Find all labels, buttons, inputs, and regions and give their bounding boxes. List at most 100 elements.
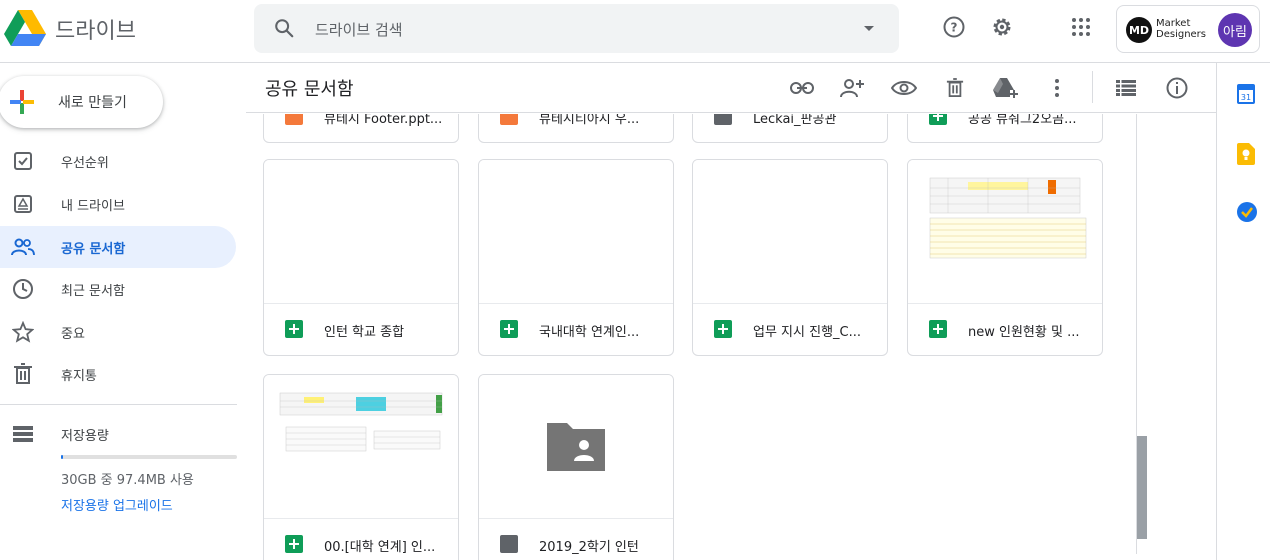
file-footer: 공공 뷰줘그2오곰... xyxy=(908,114,1102,142)
sidebar-item-storage[interactable]: 저장용량 xyxy=(0,413,236,455)
my-drive-icon xyxy=(11,192,35,216)
sidebar-item-priority[interactable]: 우선순위 xyxy=(0,140,236,182)
sidebar-item-label: 공유 문서함 xyxy=(61,242,126,257)
sidebar-item-recent[interactable]: 최근 문서함 xyxy=(0,268,236,310)
sidebar-item-label: 우선순위 xyxy=(61,156,109,171)
file-footer: 인턴 학교 종합 xyxy=(264,305,458,355)
file-name: 공공 뷰줘그2오곰... xyxy=(968,114,1077,127)
file-grid: 뷰테시 Footer.ppt... 뷰테시티아시 우... Leckai_판공관… xyxy=(246,114,1146,560)
get-link-icon[interactable] xyxy=(789,75,815,101)
file-card[interactable]: 업무 지시 진행_C... xyxy=(692,159,888,356)
file-card[interactable]: 뷰테시티아시 우... xyxy=(478,114,674,143)
file-footer: 2019_2학기 인턴 xyxy=(479,520,673,560)
file-thumbnail xyxy=(264,160,458,304)
file-thumbnail xyxy=(264,375,458,519)
shared-people-icon xyxy=(11,235,35,259)
calendar-icon[interactable]: 31 xyxy=(1237,84,1257,104)
file-card[interactable]: 공공 뷰줘그2오곰... xyxy=(907,114,1103,143)
sheets-file-icon xyxy=(929,320,947,338)
more-options-icon[interactable] xyxy=(1044,75,1070,101)
star-icon xyxy=(11,320,35,344)
scrollbar-thumb[interactable] xyxy=(1137,436,1147,539)
file-card[interactable]: new 인원현황 및 ... xyxy=(907,159,1103,356)
file-thumbnail xyxy=(479,160,673,304)
upgrade-storage-link[interactable]: 저장용량 업그레이드 xyxy=(61,495,173,514)
slides-file-icon xyxy=(500,114,518,125)
sheets-file-icon xyxy=(500,320,518,338)
file-name: 00.[대학 연계] 인... xyxy=(324,540,436,555)
new-button[interactable]: 새로 만들기 xyxy=(0,76,163,128)
spreadsheet-preview xyxy=(279,392,443,452)
file-card[interactable]: 뷰테시 Footer.ppt... xyxy=(263,114,459,143)
spreadsheet-preview xyxy=(929,177,1087,259)
tasks-icon[interactable] xyxy=(1237,202,1257,222)
file-thumbnail xyxy=(479,375,673,519)
account-switcher[interactable]: MD Market Designers 아림 xyxy=(1116,5,1260,53)
file-thumbnail xyxy=(693,160,887,304)
sheets-file-icon xyxy=(285,320,303,338)
share-add-person-icon[interactable] xyxy=(839,75,865,101)
storage-bar-fill xyxy=(61,455,63,459)
trash-icon xyxy=(11,362,35,386)
file-name: Leckai_판공관 xyxy=(753,114,837,127)
sidebar-item-trash[interactable]: 휴지통 xyxy=(0,353,236,395)
sidebar-item-my-drive[interactable]: 내 드라이브 xyxy=(0,183,236,225)
top-bar: 드라이브 드라이브 검색 ? MD Market Designers 아림 xyxy=(0,0,1270,63)
file-footer: new 인원현황 및 ... xyxy=(908,305,1102,355)
file-footer: Leckai_판공관 xyxy=(693,114,887,142)
storage-bar xyxy=(61,455,237,459)
sidebar-item-label: 휴지통 xyxy=(61,369,97,384)
search-icon[interactable] xyxy=(273,17,295,39)
file-card[interactable]: 인턴 학교 종합 xyxy=(263,159,459,356)
storage-label: 저장용량 xyxy=(61,429,109,444)
file-card[interactable]: 국내대학 연계인... xyxy=(478,159,674,356)
new-button-label: 새로 만들기 xyxy=(58,95,127,111)
delete-trash-icon[interactable] xyxy=(942,75,968,101)
main-header: 공유 문서함 xyxy=(246,63,1216,113)
sidebar-item-label: 최근 문서함 xyxy=(61,284,125,299)
file-card[interactable]: 00.[대학 연계] 인... xyxy=(263,374,459,560)
search-bar[interactable]: 드라이브 검색 xyxy=(254,4,899,53)
sidebar-divider xyxy=(0,404,237,405)
drive-logo-icon[interactable] xyxy=(4,10,46,48)
org-logo: MD xyxy=(1126,17,1152,43)
help-icon[interactable]: ? xyxy=(941,14,967,40)
sidebar-item-label: 중요 xyxy=(61,327,85,342)
file-name: new 인원현황 및 ... xyxy=(968,325,1080,340)
sidebar-item-label: 내 드라이브 xyxy=(61,199,125,214)
search-input[interactable]: 드라이브 검색 xyxy=(315,19,403,40)
file-name: 인턴 학교 종합 xyxy=(324,325,405,340)
file-name: 업무 지시 진행_C... xyxy=(753,325,861,340)
toolbar-divider xyxy=(1092,71,1093,103)
settings-gear-icon[interactable] xyxy=(989,14,1015,40)
page-title: 공유 문서함 xyxy=(265,79,354,100)
svg-text:?: ? xyxy=(951,21,958,35)
priority-icon xyxy=(11,149,35,173)
keep-notes-icon[interactable] xyxy=(1237,143,1257,165)
sidebar-item-shared[interactable]: 공유 문서함 xyxy=(0,226,236,268)
sidebar-item-starred[interactable]: 중요 xyxy=(0,311,236,353)
preview-eye-icon[interactable] xyxy=(891,75,917,101)
plus-icon xyxy=(10,90,34,114)
avatar[interactable]: 아림 xyxy=(1218,13,1252,47)
file-name: 뷰테시 Footer.ppt... xyxy=(324,114,443,127)
details-info-icon[interactable] xyxy=(1164,75,1190,101)
search-options-icon[interactable] xyxy=(864,26,874,31)
list-view-icon[interactable] xyxy=(1113,75,1139,101)
add-to-drive-icon[interactable] xyxy=(992,75,1018,101)
sheets-file-icon xyxy=(714,320,732,338)
app-title: 드라이브 xyxy=(55,19,136,44)
file-footer: 업무 지시 진행_C... xyxy=(693,305,887,355)
storage-usage: 30GB 중 97.4MB 사용 xyxy=(61,473,194,488)
folder-card[interactable]: 2019_2학기 인턴 xyxy=(478,374,674,560)
shared-folder-icon xyxy=(714,114,732,125)
storage-icon xyxy=(11,422,35,446)
file-footer: 뷰테시티아시 우... xyxy=(479,114,673,142)
sheets-file-icon xyxy=(285,535,303,553)
shared-folder-large-icon xyxy=(547,423,605,471)
file-footer: 국내대학 연계인... xyxy=(479,305,673,355)
apps-grid-icon[interactable] xyxy=(1068,14,1094,40)
file-footer: 뷰테시 Footer.ppt... xyxy=(264,114,458,142)
file-name: 2019_2학기 인턴 xyxy=(539,540,639,555)
folder-card[interactable]: Leckai_판공관 xyxy=(692,114,888,143)
